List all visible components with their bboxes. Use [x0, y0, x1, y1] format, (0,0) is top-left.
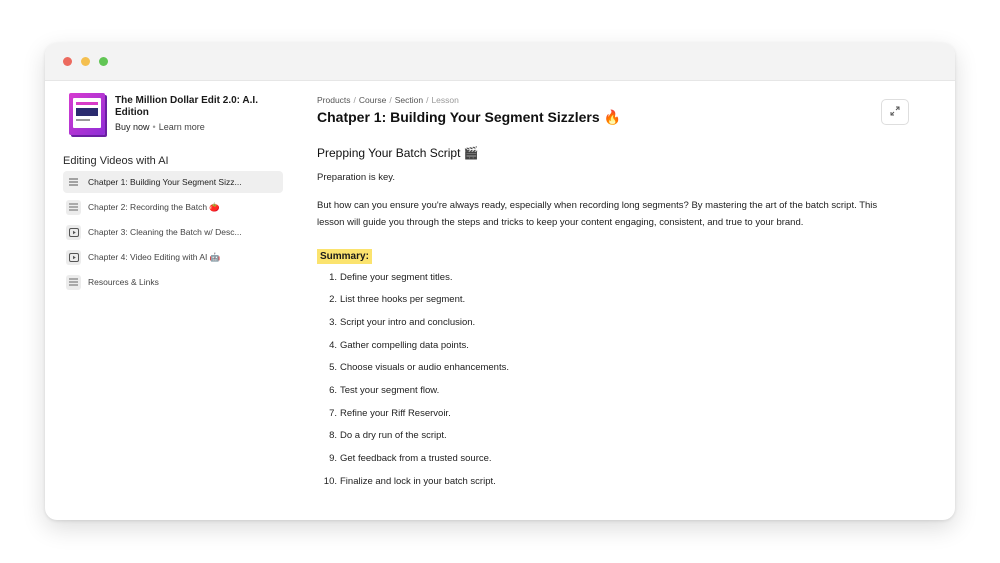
list-item-text: Define your segment titles. — [340, 271, 453, 283]
product-title: The Million Dollar Edit 2.0: A.I. Editio… — [115, 95, 258, 118]
list-item-number: 9. — [329, 453, 337, 464]
expand-button[interactable] — [881, 99, 909, 125]
app-content: The Million Dollar Edit 2.0: A.I. Editio… — [45, 81, 955, 520]
app-window: The Million Dollar Edit 2.0: A.I. Editio… — [45, 43, 955, 520]
sidebar-item-label: Chapter 4: Video Editing with AI 🤖 — [88, 251, 221, 262]
breadcrumb-lesson: Lesson — [431, 95, 459, 105]
list-item: 6. Test your segment flow. — [317, 385, 917, 408]
list-item: 9. Get feedback from a trusted source. — [317, 453, 917, 476]
list-item-text: Choose visuals or audio enhancements. — [340, 362, 509, 374]
list-item-text: Script your intro and conclusion. — [340, 316, 476, 328]
list-item-number: 1. — [329, 271, 337, 283]
text-lines-icon — [66, 199, 81, 215]
section-title: Editing Videos with AI — [63, 155, 169, 167]
list-item: 10. Finalize and lock in your batch scrip… — [317, 476, 917, 499]
lesson-subheading: Prepping Your Batch Script 🎬 — [317, 146, 479, 160]
list-item-number: 8. — [329, 430, 337, 442]
text-lines-icon — [66, 175, 81, 190]
list-item-text: Refine your Riff Reservoir. — [340, 407, 451, 419]
list-item: 2. List three hooks per segment. — [317, 294, 917, 317]
breadcrumb-course[interactable]: Course — [359, 95, 386, 105]
buy-now-link[interactable]: Buy now — [115, 122, 150, 132]
list-item-number: 2. — [329, 294, 337, 306]
sidebar-item-chapter-4[interactable]: Chapter 4: Video Editing with AI 🤖 — [63, 246, 283, 268]
list-item-number: 6. — [329, 384, 337, 396]
page-title: Chatper 1: Building Your Segment Sizzler… — [317, 109, 621, 125]
expand-icon — [890, 103, 900, 121]
list-item: 8. Do a dry run of the script. — [317, 430, 917, 453]
list-item-number: 5. — [329, 362, 337, 374]
summary-steps-list: 1. Define your segment titles. 2. List thr… — [317, 272, 917, 499]
video-play-icon — [66, 224, 81, 240]
intro-text: Preparation is key. — [317, 172, 395, 183]
body-paragraph: But how can you ensure you're always rea… — [317, 199, 878, 229]
close-window-button[interactable] — [63, 57, 72, 66]
list-item: 3. Script your intro and conclusion. — [317, 317, 917, 340]
sidebar-item-resources[interactable]: Resources & Links — [63, 271, 283, 293]
list-item-text: Get feedback from a trusted source. — [340, 453, 492, 464]
breadcrumb-separator: / — [389, 95, 392, 105]
list-item-number: 7. — [329, 407, 337, 419]
list-item: 4. Gather compelling data points. — [317, 340, 917, 363]
sidebar-item-chapter-3[interactable]: Chapter 3: Cleaning the Batch w/ Desc... — [63, 221, 283, 243]
breadcrumb-separator: / — [426, 95, 429, 105]
list-item-text: Gather compelling data points. — [340, 339, 469, 351]
sidebar-item-chapter-1[interactable]: Chatper 1: Building Your Segment Sizz... — [63, 171, 283, 193]
link-separator: • — [152, 122, 156, 132]
summary-label: Summary: — [317, 248, 372, 264]
list-item-text: Test your segment flow. — [340, 384, 440, 396]
maximize-window-button[interactable] — [99, 57, 108, 66]
sidebar-item-label: Resources & Links — [88, 277, 159, 287]
lesson-content: Products / Course / Section / Lesson Chatper 1… — [317, 95, 917, 498]
sidebar-item-label: Chapter 2: Recording the Batch 🍅 — [88, 201, 221, 212]
product-card: The Million Dollar Edit 2.0: A.I. Editio… — [69, 93, 283, 135]
list-item-number: 4. — [329, 339, 337, 351]
list-item-text: Finalize and lock in your batch script. — [340, 475, 496, 487]
breadcrumb-products[interactable]: Products — [317, 95, 351, 105]
list-item-text: Do a dry run of the script. — [340, 430, 447, 442]
list-item-number: 3. — [329, 316, 337, 328]
sidebar-item-label: Chatper 1: Building Your Segment Sizz... — [88, 177, 242, 187]
breadcrumb: Products / Course / Section / Lesson — [317, 95, 917, 105]
list-item: 1. Define your segment titles. — [317, 272, 917, 295]
list-item-number: 10. — [323, 475, 337, 487]
breadcrumb-section[interactable]: Section — [395, 95, 423, 105]
video-play-icon — [66, 249, 81, 265]
breadcrumb-separator: / — [353, 95, 356, 105]
product-cover-image[interactable] — [69, 93, 105, 135]
list-item: 5. Choose visuals or audio enhancements. — [317, 362, 917, 385]
sidebar-item-label: Chapter 3: Cleaning the Batch w/ Desc... — [88, 227, 242, 237]
sidebar: The Million Dollar Edit 2.0: A.I. Editio… — [63, 93, 283, 296]
learn-more-link[interactable]: Learn more — [159, 122, 205, 132]
list-item: 7. Refine your Riff Reservoir. — [317, 408, 917, 431]
list-item-text: List three hooks per segment. — [340, 294, 466, 306]
sidebar-item-chapter-2[interactable]: Chapter 2: Recording the Batch 🍅 — [63, 196, 283, 218]
text-lines-icon — [66, 274, 81, 290]
window-titlebar — [45, 43, 955, 81]
minimize-window-button[interactable] — [81, 57, 90, 66]
